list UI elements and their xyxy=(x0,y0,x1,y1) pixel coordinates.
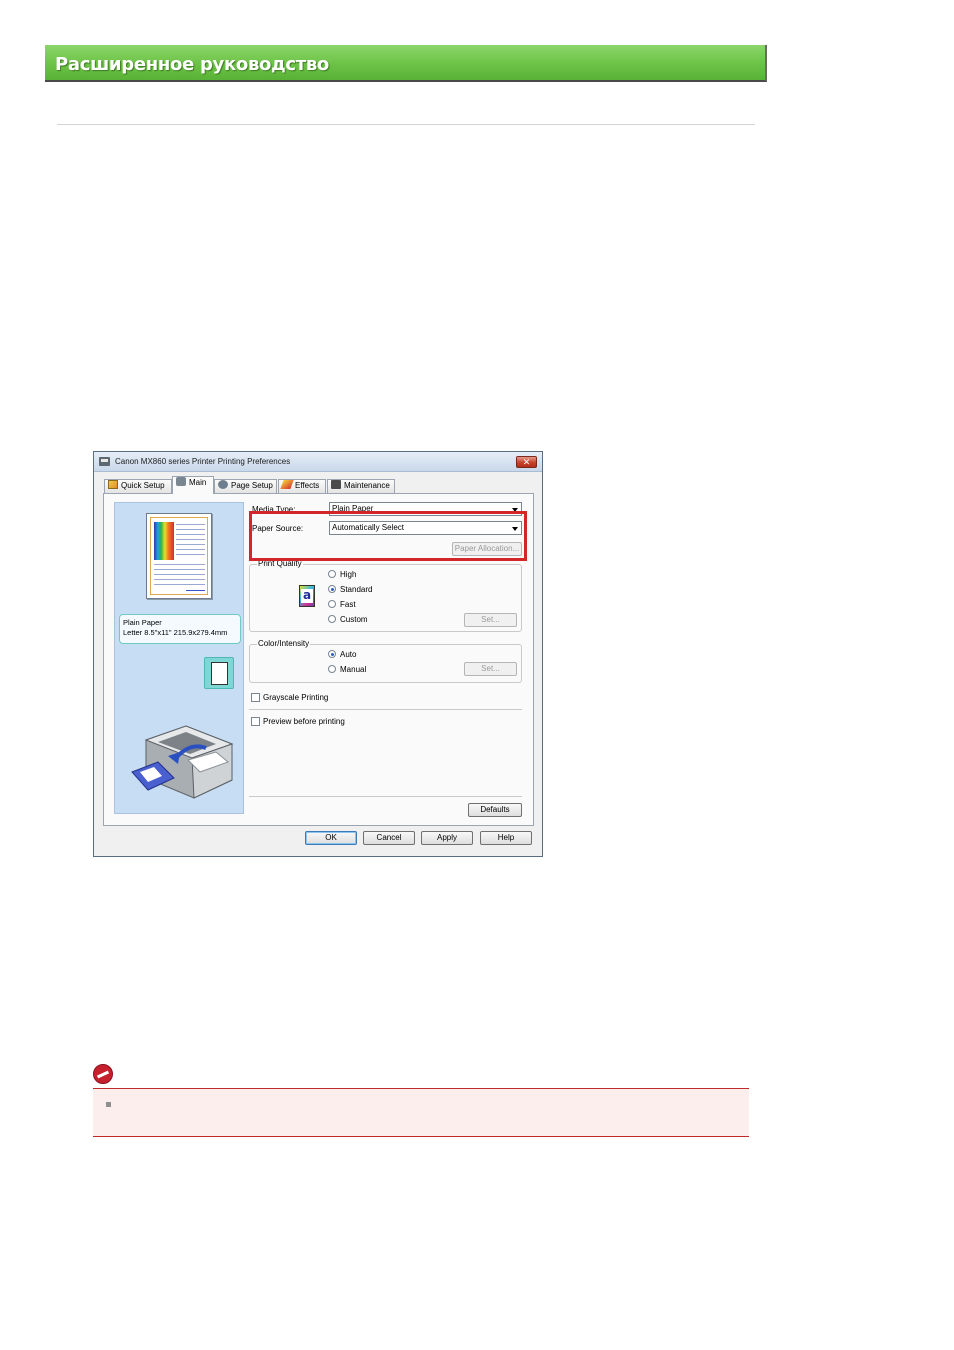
quality-fast-label: Fast xyxy=(340,600,356,609)
quality-fast-radio[interactable] xyxy=(328,600,336,608)
separator xyxy=(249,796,522,797)
tab-label: Quick Setup xyxy=(121,481,165,490)
important-note-box xyxy=(93,1088,749,1137)
paper-preview xyxy=(146,513,212,599)
printer-icon xyxy=(99,457,110,466)
help-button[interactable]: Help xyxy=(480,831,532,845)
color-intensity-label: Color/Intensity xyxy=(257,639,311,648)
color-auto-radio[interactable] xyxy=(328,650,336,658)
media-info-size: Letter 8.5"x11" 215.9x279.4mm xyxy=(123,628,228,637)
effects-icon xyxy=(280,480,294,489)
dialog-title: Canon MX860 series Printer Printing Pref… xyxy=(115,457,291,466)
tab-label: Effects xyxy=(295,481,320,490)
manual-title: Расширенное руководство xyxy=(55,54,329,75)
printer-paper-source-illustration xyxy=(131,725,234,799)
tab-quick-setup[interactable]: Quick Setup xyxy=(104,479,172,493)
color-sample xyxy=(154,522,174,560)
color-manual-radio[interactable] xyxy=(328,665,336,673)
separator xyxy=(249,709,522,710)
quality-standard-radio[interactable] xyxy=(328,585,336,593)
quality-high-label: High xyxy=(340,570,357,579)
tab-label: Page Setup xyxy=(231,481,273,490)
close-button[interactable]: ✕ xyxy=(516,456,537,468)
quick-setup-icon xyxy=(108,480,118,489)
color-set-button[interactable]: Set... xyxy=(464,662,517,676)
tab-label: Main xyxy=(189,478,207,487)
tab-maintenance[interactable]: Maintenance xyxy=(327,479,395,493)
ok-button[interactable]: OK xyxy=(305,831,357,845)
quality-custom-radio[interactable] xyxy=(328,615,336,623)
quality-custom-label: Custom xyxy=(340,615,368,624)
manual-header-bar: Расширенное руководство xyxy=(45,45,767,82)
grayscale-printing-checkbox[interactable] xyxy=(251,693,260,702)
paper-source-highlight xyxy=(249,511,527,561)
quality-high-radio[interactable] xyxy=(328,570,336,578)
grayscale-printing-label: Grayscale Printing xyxy=(263,693,329,702)
color-manual-label: Manual xyxy=(340,665,367,674)
defaults-button[interactable]: Defaults xyxy=(468,803,522,817)
bullet-icon xyxy=(106,1102,111,1107)
portrait-page-icon xyxy=(211,662,228,685)
page-setup-icon xyxy=(218,480,228,489)
divider-line xyxy=(57,124,755,125)
dialog-titlebar[interactable]: Canon MX860 series Printer Printing Pref… xyxy=(94,452,542,472)
quality-standard-label: Standard xyxy=(340,585,373,594)
tab-label: Maintenance xyxy=(344,481,390,490)
maintenance-icon xyxy=(331,480,341,489)
main-icon xyxy=(176,477,186,486)
preview-before-printing-checkbox[interactable] xyxy=(251,717,260,726)
preview-before-printing-label: Preview before printing xyxy=(263,717,345,726)
media-info-box: Plain Paper Letter 8.5"x11" 215.9x279.4m… xyxy=(119,614,241,644)
apply-button[interactable]: Apply xyxy=(421,831,473,845)
quality-set-button[interactable]: Set... xyxy=(464,613,517,627)
cancel-button[interactable]: Cancel xyxy=(363,831,415,845)
tab-main[interactable]: Main xyxy=(172,476,214,494)
tab-page-setup[interactable]: Page Setup xyxy=(214,479,277,493)
color-auto-label: Auto xyxy=(340,650,357,659)
print-quality-icon: a xyxy=(299,585,315,607)
important-icon xyxy=(93,1064,113,1084)
tab-effects[interactable]: Effects xyxy=(278,479,326,493)
media-info-type: Plain Paper xyxy=(123,618,162,627)
orientation-indicator xyxy=(204,657,234,689)
